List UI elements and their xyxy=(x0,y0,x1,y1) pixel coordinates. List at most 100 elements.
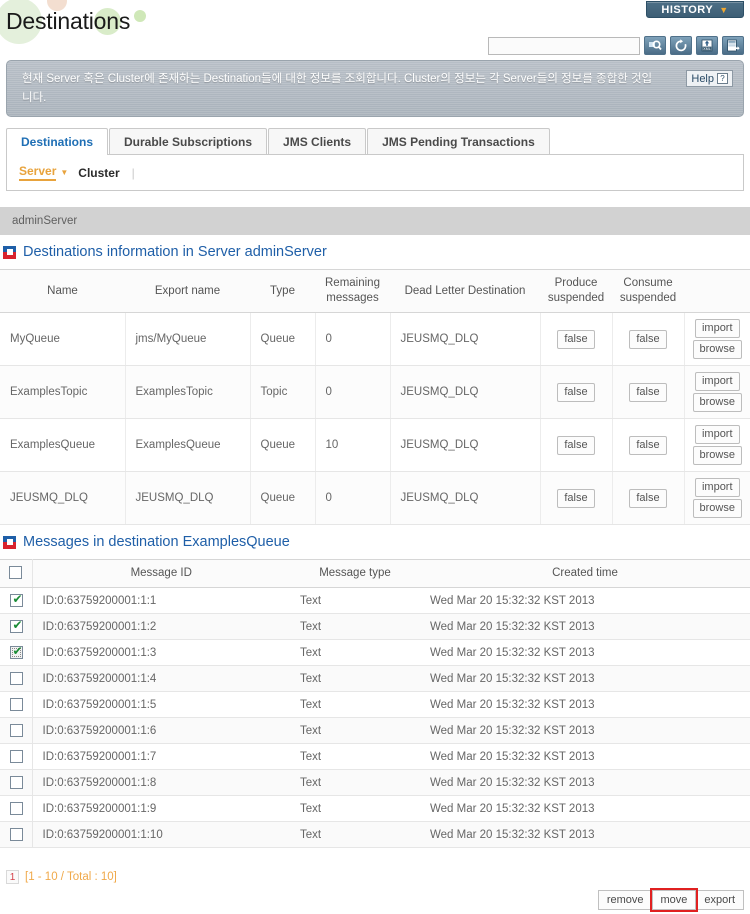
browse-button[interactable]: browse xyxy=(692,393,742,412)
cell-message-type: Text xyxy=(290,613,420,640)
subnav-separator: | xyxy=(131,165,135,180)
browse-button[interactable]: browse xyxy=(692,340,742,359)
sub-navigation: Server ▼ Cluster | xyxy=(6,155,744,191)
cell-created-time: Wed Mar 20 15:32:32 KST 2013 xyxy=(420,613,750,640)
cell-message-id: ID:0:63759200001:1:10 xyxy=(32,821,290,848)
browse-button[interactable]: browse xyxy=(692,499,742,518)
destinations-table-row: JEUSMQ_DLQ JEUSMQ_DLQ Queue 0 JEUSMQ_DLQ fals… xyxy=(0,471,750,525)
row-select-checkbox[interactable] xyxy=(10,802,23,815)
messages-table: Message ID Message type Created time ID:… xyxy=(0,559,750,848)
import-button[interactable]: import xyxy=(694,319,740,338)
column-header-name: Name xyxy=(0,269,125,313)
row-select-checkbox[interactable] xyxy=(10,750,23,763)
row-select-checkbox[interactable] xyxy=(10,592,24,607)
produce-suspended-button[interactable]: false xyxy=(557,329,595,349)
tab-label: Durable Subscriptions xyxy=(124,134,253,149)
messages-table-row: ID:0:63759200001:1:3TextWed Mar 20 15:32… xyxy=(0,639,750,666)
footer-button-group: remove move export xyxy=(597,888,744,912)
chevron-down-icon[interactable]: ▼ xyxy=(60,168,68,177)
tab-jms-pending-transactions[interactable]: JMS Pending Transactions xyxy=(367,128,550,154)
messages-table-row: ID:0:63759200001:1:1TextWed Mar 20 15:32… xyxy=(0,587,750,614)
cell-name: ExamplesTopic xyxy=(0,365,126,419)
cell-message-type: Text xyxy=(290,691,420,718)
cell-message-type: Text xyxy=(290,717,420,744)
cell-produce-suspended: false xyxy=(540,365,613,419)
description-panel: 현재 Server 혹은 Cluster에 존재하는 Destination들에… xyxy=(6,60,744,117)
cell-created-time: Wed Mar 20 15:32:32 KST 2013 xyxy=(420,665,750,692)
cell-select xyxy=(0,639,33,666)
tab-jms-clients[interactable]: JMS Clients xyxy=(268,128,367,154)
header-line: suspended xyxy=(547,292,605,304)
cell-select xyxy=(0,821,33,848)
tab-durable-subscriptions[interactable]: Durable Subscriptions xyxy=(109,128,268,154)
cell-select xyxy=(0,613,33,640)
destinations-table-row: ExamplesTopic ExamplesTopic Topic 0 JEUSMQ_D… xyxy=(0,365,750,419)
consume-suspended-button[interactable]: false xyxy=(629,329,667,349)
column-header-remaining-messages: Remaining messages xyxy=(315,269,390,313)
chevron-down-icon: ▼ xyxy=(719,4,729,15)
history-button[interactable]: HISTORY ▼ xyxy=(646,1,744,18)
cell-actions: import browse xyxy=(684,471,750,525)
search-toolbar: XML xyxy=(488,36,744,55)
cell-created-time: Wed Mar 20 15:32:32 KST 2013 xyxy=(420,821,750,848)
messages-table-header-row: Message ID Message type Created time xyxy=(0,559,750,588)
subnav-item-server[interactable]: Server xyxy=(19,164,57,181)
decorative-circle-green-small xyxy=(134,10,146,22)
header-line: messages xyxy=(326,292,379,304)
cell-message-type: Text xyxy=(290,639,420,666)
select-all-checkbox[interactable] xyxy=(9,566,23,580)
cell-message-type: Text xyxy=(290,743,420,770)
import-button[interactable]: import xyxy=(694,478,740,497)
destinations-table-row: MyQueue jms/MyQueue Queue 0 JEUSMQ_DLQ false f… xyxy=(0,312,750,366)
header-line: Consume xyxy=(623,277,673,289)
cell-produce-suspended: false xyxy=(540,471,613,525)
cell-export-name: jms/MyQueue xyxy=(125,312,251,366)
move-button[interactable]: move xyxy=(649,888,699,912)
cell-message-type: Text xyxy=(290,769,420,796)
page-number-1[interactable]: 1 xyxy=(6,870,19,884)
subnav-item-cluster[interactable]: Cluster xyxy=(78,166,119,180)
messages-table-row: ID:0:63759200001:1:9 Text Wed Mar 20 15:32… xyxy=(0,795,750,822)
remove-button[interactable]: remove xyxy=(597,890,653,910)
refresh-icon[interactable] xyxy=(670,36,692,55)
export-xml-icon[interactable]: XML xyxy=(696,36,718,55)
cell-message-type: Text xyxy=(290,821,420,848)
export-excel-icon[interactable] xyxy=(722,36,744,55)
produce-suspended-button[interactable]: false xyxy=(557,382,595,402)
produce-suspended-button[interactable]: false xyxy=(557,435,595,455)
server-name: adminServer xyxy=(12,215,78,227)
row-select-checkbox[interactable] xyxy=(10,644,24,659)
search-input[interactable] xyxy=(488,36,640,55)
messages-table-row: ID:0:63759200001:1:8 Text Wed Mar 20 15:32… xyxy=(0,769,750,796)
cell-created-time: Wed Mar 20 15:32:32 KST 2013 xyxy=(420,769,750,796)
cell-select xyxy=(0,795,33,822)
cell-created-time: Wed Mar 20 15:32:32 KST 2013 xyxy=(420,691,750,718)
help-button[interactable]: Help ? xyxy=(686,70,733,87)
cell-actions: import browse xyxy=(684,418,750,472)
consume-suspended-button[interactable]: false xyxy=(629,488,667,508)
header-line: Export name xyxy=(154,284,221,297)
browse-button[interactable]: browse xyxy=(692,446,742,465)
consume-suspended-button[interactable]: false xyxy=(629,435,667,455)
column-header-dead-letter-destination: Dead Letter Destination xyxy=(390,269,540,313)
produce-suspended-button[interactable]: false xyxy=(557,488,595,508)
tab-destinations[interactable]: Destinations xyxy=(6,128,109,155)
search-icon[interactable] xyxy=(644,36,666,55)
row-select-checkbox[interactable] xyxy=(10,776,23,789)
cell-message-id: ID:0:63759200001:1:1 xyxy=(32,587,290,614)
consume-suspended-button[interactable]: false xyxy=(629,382,667,402)
import-button[interactable]: import xyxy=(694,372,740,391)
messages-table-row: ID:0:63759200001:1:2TextWed Mar 20 15:32… xyxy=(0,613,750,640)
row-select-checkbox[interactable] xyxy=(10,618,24,633)
cell-select xyxy=(0,769,33,796)
cell-actions: import browse xyxy=(684,312,750,366)
row-select-checkbox[interactable] xyxy=(10,828,23,841)
import-button[interactable]: import xyxy=(694,425,740,444)
export-button[interactable]: export xyxy=(695,890,744,910)
row-select-checkbox[interactable] xyxy=(10,698,23,711)
row-select-checkbox[interactable] xyxy=(10,672,23,685)
tab-label: Destinations xyxy=(21,135,94,149)
row-select-checkbox[interactable] xyxy=(10,724,23,737)
server-context-bar: adminServer xyxy=(0,207,750,235)
messages-table-row: ID:0:63759200001:1:10 Text Wed Mar 20 15:3… xyxy=(0,821,750,848)
